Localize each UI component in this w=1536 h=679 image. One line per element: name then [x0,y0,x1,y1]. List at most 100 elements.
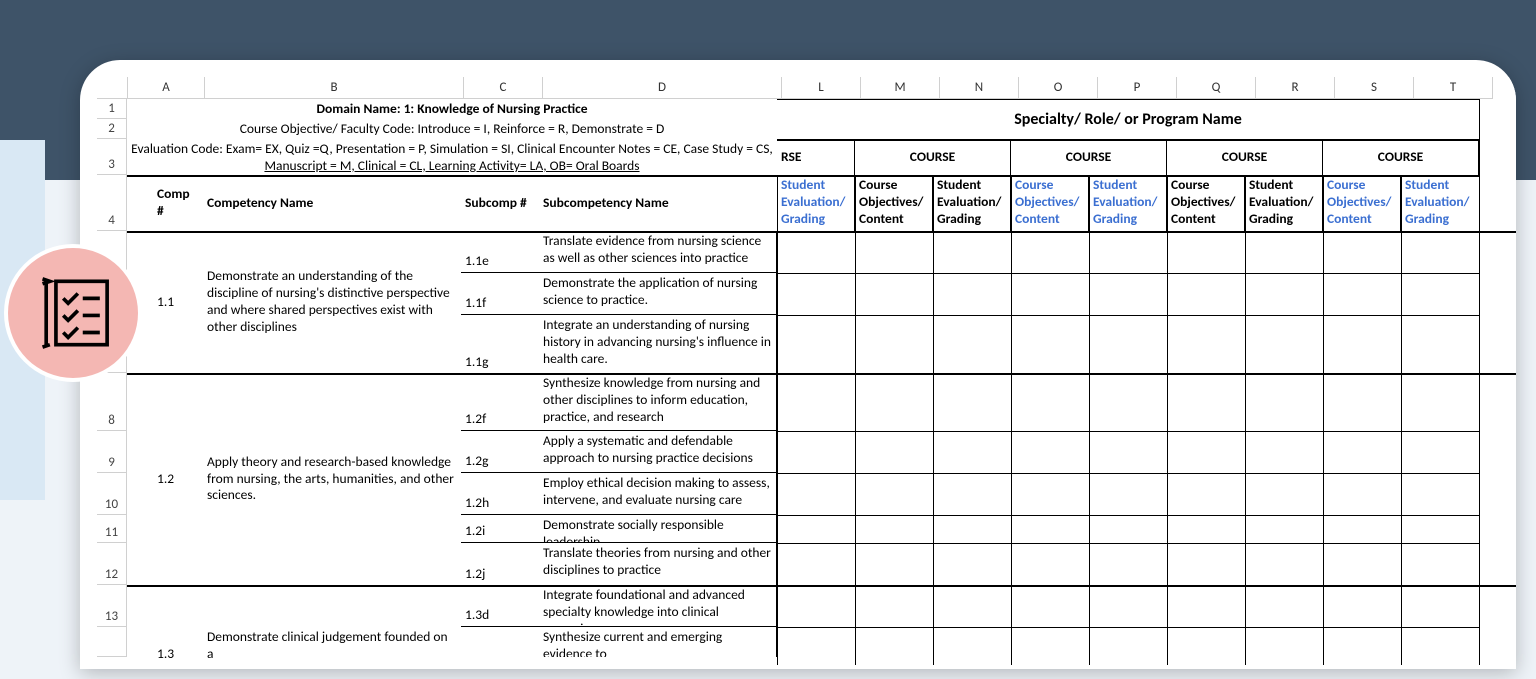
subcomp-num-header[interactable]: Subcomp # [461,175,539,231]
sub-1.1e-code[interactable]: 1.1e [461,231,539,273]
header-R-student-eval[interactable]: Student Evaluation/ Grading [1245,175,1323,231]
domain-name-cell[interactable]: Domain Name: 1: Knowledge of Nursing Pra… [127,99,777,119]
col-header-M[interactable]: M [861,77,940,99]
comp-1.2-name[interactable]: Apply theory and research-based knowledg… [203,373,461,585]
sub-1.3-next-name[interactable]: Synthesize current and emerging evidence… [539,627,777,657]
col-header-O[interactable]: O [1019,77,1098,99]
hline [777,473,1479,474]
header-L-student-eval[interactable]: Student Evaluation/ Grading [777,175,855,231]
col-header-P[interactable]: P [1098,77,1177,99]
grid-body[interactable]: Domain Name: 1: Knowledge of Nursing Pra… [127,99,1516,669]
sub-1.3d-name[interactable]: Integrate foundational and advanced spec… [539,585,777,627]
col-header-T[interactable]: T [1414,77,1493,99]
comp-1.3-name[interactable]: Demonstrate clinical judgement founded o… [203,585,461,665]
sub-1.1e-name[interactable]: Translate evidence from nursing science … [539,231,777,273]
course-header-1[interactable]: COURSE [855,139,1011,175]
sub-1.2f-name[interactable]: Synthesize knowledge from nursing and ot… [539,373,777,431]
course-header-2[interactable]: COURSE [1011,139,1167,175]
col-header-L[interactable]: L [782,77,861,99]
hline [777,515,1479,516]
comp-1.1-number[interactable]: 1.1 [127,231,203,373]
sub-1.1g-name[interactable]: Integrate an understanding of nursing hi… [539,315,777,373]
course-header-3[interactable]: COURSE [1167,139,1323,175]
vline [777,175,778,665]
hline [777,315,1479,316]
row-header-3[interactable]: 3 [97,139,127,175]
hline [777,543,1479,544]
sub-1.3d-code[interactable]: 1.3d [461,585,539,627]
header-M-course-obj[interactable]: Course Objectives/ Content [855,175,933,231]
row-header-13[interactable]: 13 [97,585,127,627]
col-header-S[interactable]: S [1335,77,1414,99]
sub-1.1g-code[interactable]: 1.1g [461,315,539,373]
header-P-student-eval[interactable]: Student Evaluation/ Grading [1089,175,1167,231]
header-T-student-eval[interactable]: Student Evaluation/ Grading [1401,175,1479,231]
col-header-D[interactable]: D [543,77,782,99]
sub-1.2g-code[interactable]: 1.2g [461,431,539,473]
header-Q-course-obj[interactable]: Course Objectives/ Content [1167,175,1245,231]
col-header-B[interactable]: B [205,77,464,99]
col-header-Q[interactable]: Q [1177,77,1256,99]
col-header-N[interactable]: N [940,77,1019,99]
row-header-11[interactable]: 11 [97,515,127,543]
vline [933,175,934,665]
row-header-14[interactable] [97,627,127,657]
spreadsheet-card: A B C D L M N O P Q R S T 1 2 3 4 8 [80,60,1516,669]
vline [1089,175,1090,665]
row-header-2[interactable]: 2 [97,119,127,139]
vline [1323,175,1324,665]
row-header-8[interactable]: 8 [97,373,127,431]
sub-1.2g-name[interactable]: Apply a systematic and defendable approa… [539,431,777,473]
rse-header[interactable]: RSE [777,139,855,175]
header-N-student-eval[interactable]: Student Evaluation/ Grading [933,175,1011,231]
header-O-course-obj[interactable]: Course Objectives/ Content [1011,175,1089,231]
vline [1011,175,1012,665]
evaluation-code-line2: Manuscript = M, Clinical = CL, Learning … [264,157,639,174]
sub-1.2j-name[interactable]: Translate theories from nursing and othe… [539,543,777,585]
vline [1245,175,1246,665]
vline [1479,99,1480,665]
hline [777,431,1479,432]
header-S-course-obj[interactable]: Course Objectives/ Content [1323,175,1401,231]
sub-1.2j-code[interactable]: 1.2j [461,543,539,585]
row-header-12[interactable]: 12 [97,543,127,585]
comp-1.3-number[interactable]: 1.3 [127,585,203,665]
comp-1.1-name[interactable]: Demonstrate an understanding of the disc… [203,231,461,373]
sub-1.1f-name[interactable]: Demonstrate the application of nursing s… [539,273,777,315]
vline [1167,175,1168,665]
sub-1.2i-code[interactable]: 1.2i [461,515,539,543]
checklist-icon-badge [8,248,138,378]
evaluation-code-line1: Evaluation Code: Exam= EX, Quiz =Q, Pres… [131,140,773,157]
sub-1.2f-code[interactable]: 1.2f [461,373,539,431]
evaluation-code-cell[interactable]: Evaluation Code: Exam= EX, Quiz =Q, Pres… [127,139,777,175]
hline [777,627,1479,628]
comp-1.2-number[interactable]: 1.2 [127,373,203,585]
vline [1401,175,1402,665]
spreadsheet: A B C D L M N O P Q R S T 1 2 3 4 8 [97,77,1516,669]
col-header-A[interactable]: A [128,77,205,99]
row-header-9[interactable]: 9 [97,431,127,473]
vline [855,175,856,665]
subcomp-name-header[interactable]: Subcompetency Name [539,175,777,231]
row-header-4[interactable]: 4 [97,175,127,231]
course-header-5[interactable]: COURSE [1479,139,1516,175]
comp-num-header[interactable]: Comp # [127,175,203,231]
faculty-code-cell[interactable]: Course Objective/ Faculty Code: Introduc… [127,119,777,139]
specialty-label-cell[interactable]: Specialty/ Role/ or Program Name [777,99,1479,139]
column-header-row: A B C D L M N O P Q R S T [97,77,1516,99]
corner-cell[interactable] [97,77,128,99]
row-number-gutter: 1 2 3 4 8 9 10 11 12 13 [97,99,127,669]
checklist-icon [34,274,112,352]
col-header-C[interactable]: C [464,77,543,99]
sub-1.1f-code[interactable]: 1.1f [461,273,539,315]
competency-name-header[interactable]: Competency Name [203,175,461,231]
course-header-4[interactable]: COURSE [1323,139,1479,175]
col-header-R[interactable]: R [1256,77,1335,99]
row-header-1[interactable]: 1 [97,99,127,119]
sub-1.2h-name[interactable]: Employ ethical decision making to assess… [539,473,777,515]
hline [777,273,1479,274]
sub-1.2h-code[interactable]: 1.2h [461,473,539,515]
row-header-10[interactable]: 10 [97,473,127,515]
sub-1.3-next-code[interactable] [461,627,539,657]
sub-1.2i-name[interactable]: Demonstrate socially responsible leaders… [539,515,777,543]
